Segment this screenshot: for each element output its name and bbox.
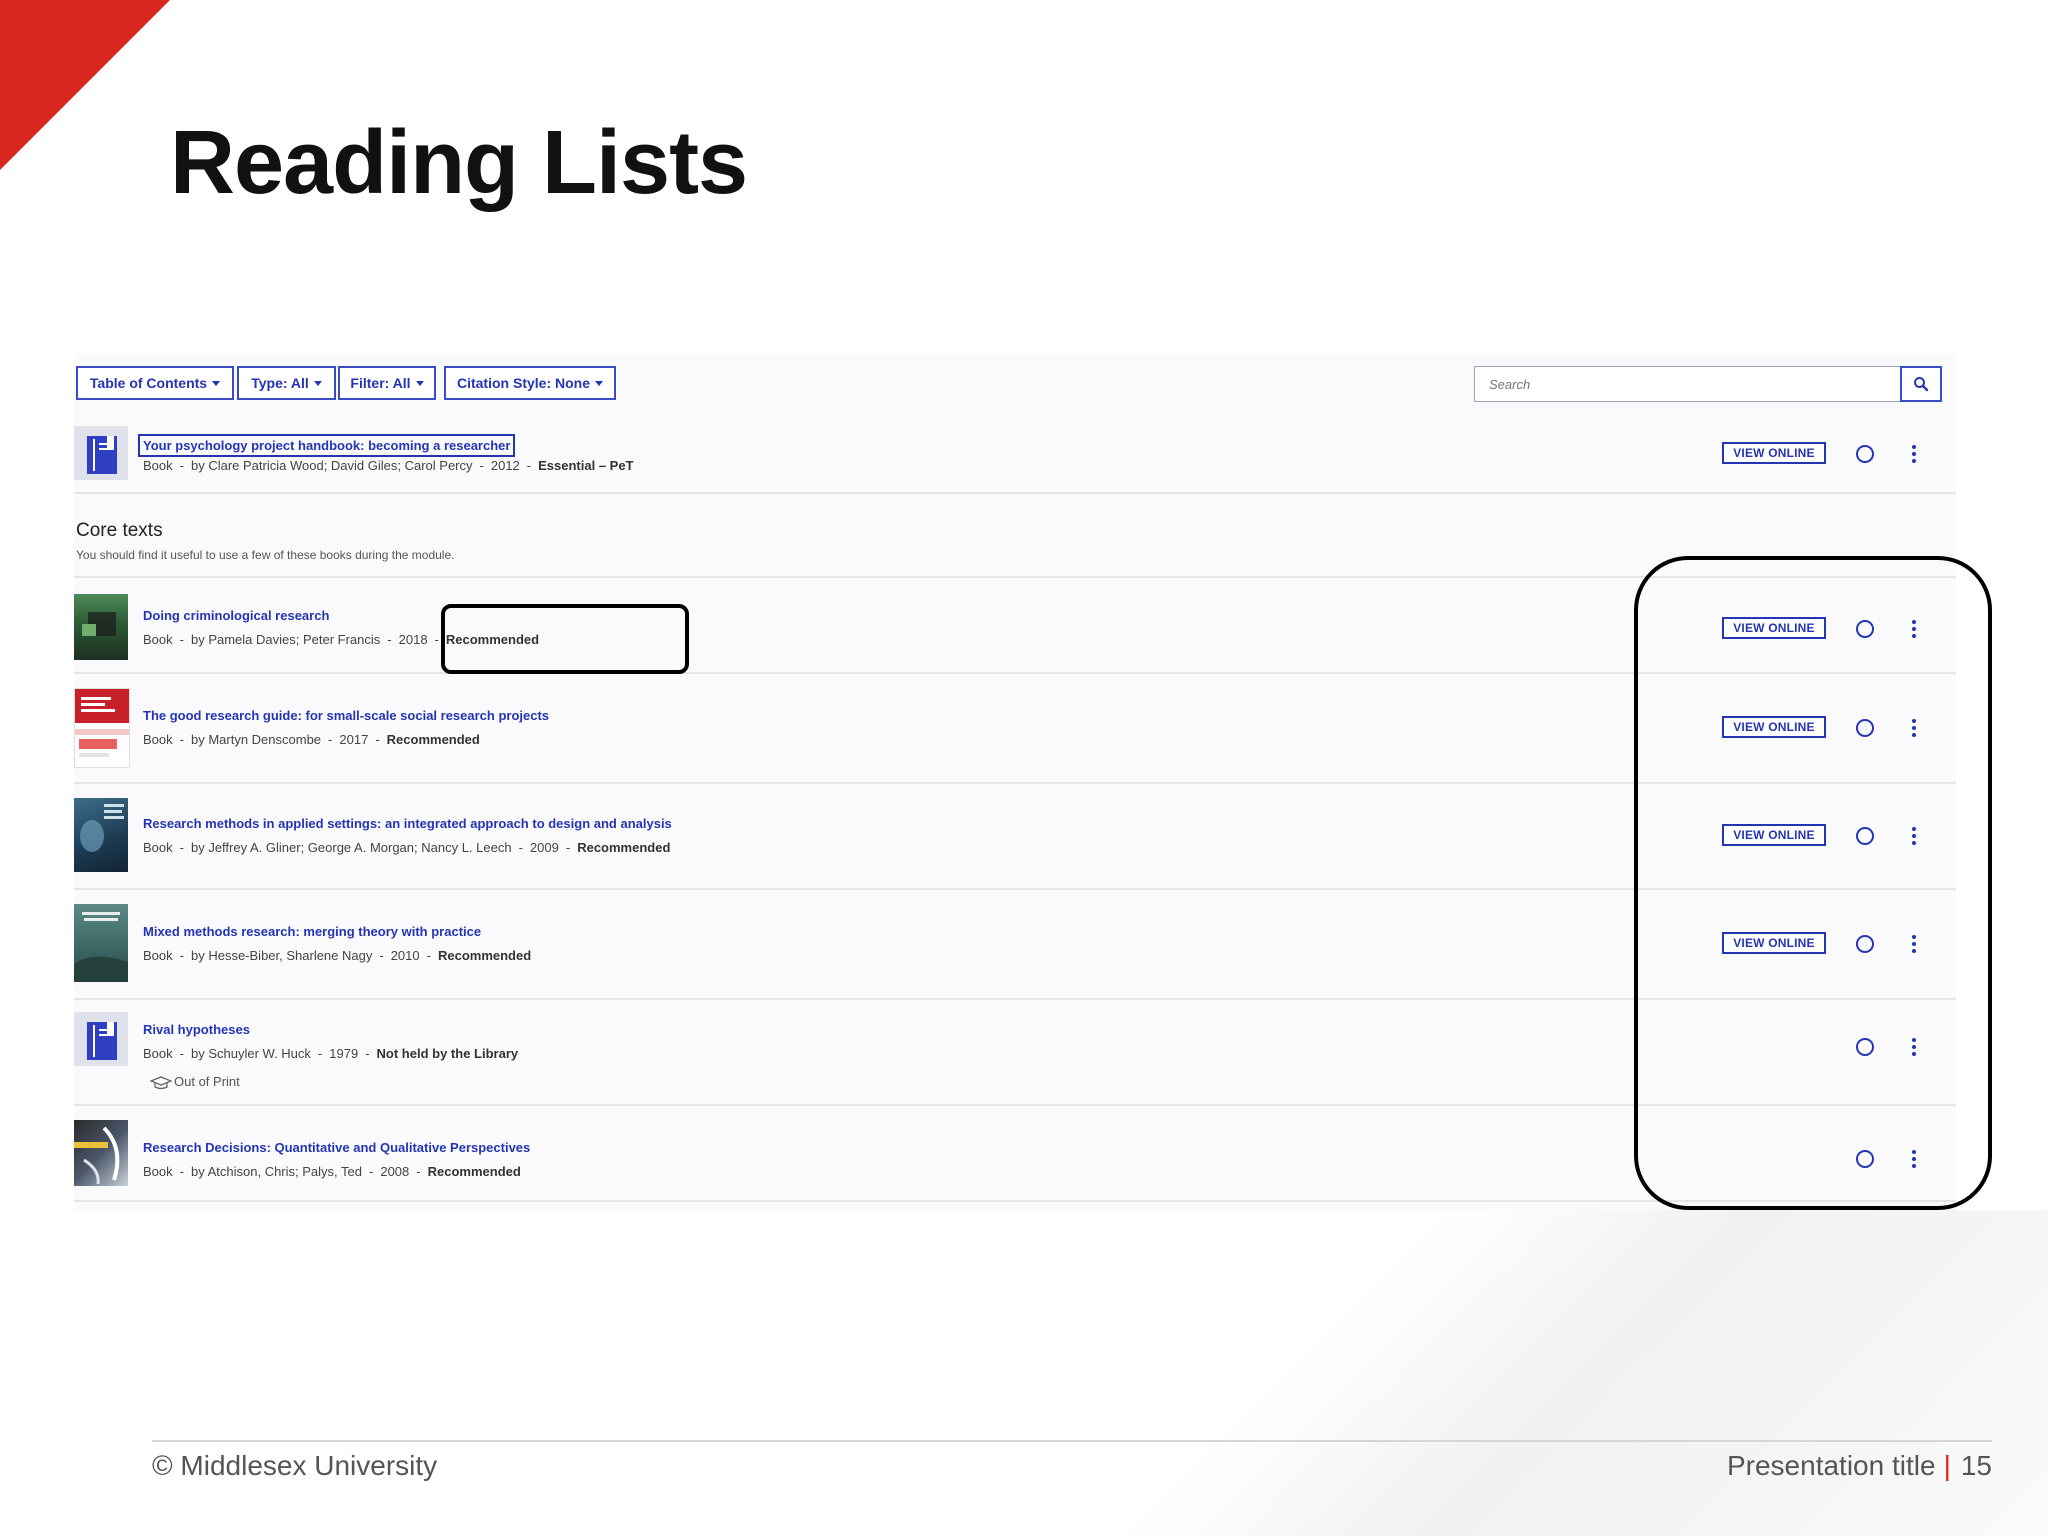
page-number: 15 [1960, 1450, 1992, 1481]
type-dropdown[interactable]: Type: All [237, 366, 336, 400]
book-cover [74, 688, 130, 768]
book-cover [74, 798, 128, 872]
presentation-title: Presentation title [1726, 1450, 1936, 1481]
caret-down-icon [212, 380, 221, 386]
more-options-icon[interactable] [1912, 445, 1916, 463]
table-of-contents-label: Table of Contents [89, 375, 208, 391]
search-icon [1914, 377, 1929, 392]
background-shape [820, 1210, 2048, 1536]
book-cover-art [74, 1126, 120, 1185]
book-meta: Book - by Clare Patricia Wood; David Giles… [143, 458, 634, 473]
filter-dropdown[interactable]: Filter: All [338, 366, 436, 400]
book-cover-art [82, 612, 116, 636]
highlight-box-status [441, 604, 689, 674]
book-title-link[interactable]: Mixed methods research: merging theory w… [143, 924, 481, 939]
search-button[interactable] [1900, 366, 1942, 402]
out-of-print-note: Out of Print [149, 1074, 240, 1090]
book-title-link[interactable]: Rival hypotheses [143, 1022, 250, 1037]
book-meta: Book - by Hesse-Biber, Sharlene Nagy -2010-… [143, 948, 532, 963]
book-meta: Book - by Martyn Denscombe -2017- Recommende… [143, 732, 480, 747]
book-meta: Book - by Jeffrey A. Gliner; George A. Mor… [143, 840, 671, 855]
table-of-contents-dropdown[interactable]: Table of Contents [76, 366, 234, 400]
slide-title: Reading Lists [170, 113, 748, 213]
graduation-cap-icon [149, 1075, 173, 1089]
type-label: Type: All [251, 375, 309, 391]
section-title: Core texts [76, 520, 163, 541]
caret-down-icon [415, 380, 424, 386]
highlight-box-actions [1634, 556, 1992, 1210]
search-input[interactable] [1474, 366, 1902, 402]
book-meta: Book - by Schuyler W. Huck -1979- Not held b… [143, 1046, 519, 1061]
book-title-link[interactable]: Research Decisions: Quantitative and Qua… [143, 1140, 530, 1155]
footer-copyright: © Middlesex University [152, 1450, 438, 1481]
toolbar: Table of Contents Type: All Filter: All … [74, 360, 1956, 402]
book-cover [74, 1120, 128, 1186]
citation-style-dropdown[interactable]: Citation Style: None [444, 366, 616, 400]
section-description: You should find it useful to use a few o… [76, 548, 455, 562]
citation-style-label: Citation Style: None [456, 375, 590, 391]
list-item: Your psychology project handbook: becomi… [74, 410, 1956, 494]
book-meta: Book - by Atchison, Chris; Palys, Ted -2008… [143, 1164, 521, 1179]
book-cover-placeholder [74, 1012, 128, 1066]
view-online-button[interactable]: VIEW ONLINE [1722, 442, 1826, 464]
book-title-link[interactable]: The good research guide: for small-scale… [143, 708, 549, 723]
footer-divider [152, 1440, 1992, 1442]
filter-label: Filter: All [350, 375, 411, 391]
caret-down-icon [595, 380, 603, 386]
book-cover [74, 904, 128, 982]
book-icon [87, 1022, 117, 1060]
book-title-link[interactable]: Research methods in applied settings: an… [143, 816, 672, 831]
book-title-link[interactable]: Your psychology project handbook: becomi… [138, 434, 516, 457]
book-cover [74, 594, 128, 660]
caret-down-icon [313, 380, 322, 386]
book-cover-art [80, 804, 124, 852]
book-cover-art [75, 689, 129, 757]
book-cover-placeholder [74, 426, 128, 480]
book-title-link[interactable]: Doing criminological research [143, 608, 329, 623]
mark-read-radio[interactable] [1856, 445, 1874, 463]
corner-accent [0, 0, 170, 170]
book-cover-art [74, 912, 128, 982]
book-icon [87, 436, 117, 474]
footer-separator: | [1943, 1450, 1951, 1481]
footer-right: Presentation title | 15 [1727, 1450, 1992, 1482]
